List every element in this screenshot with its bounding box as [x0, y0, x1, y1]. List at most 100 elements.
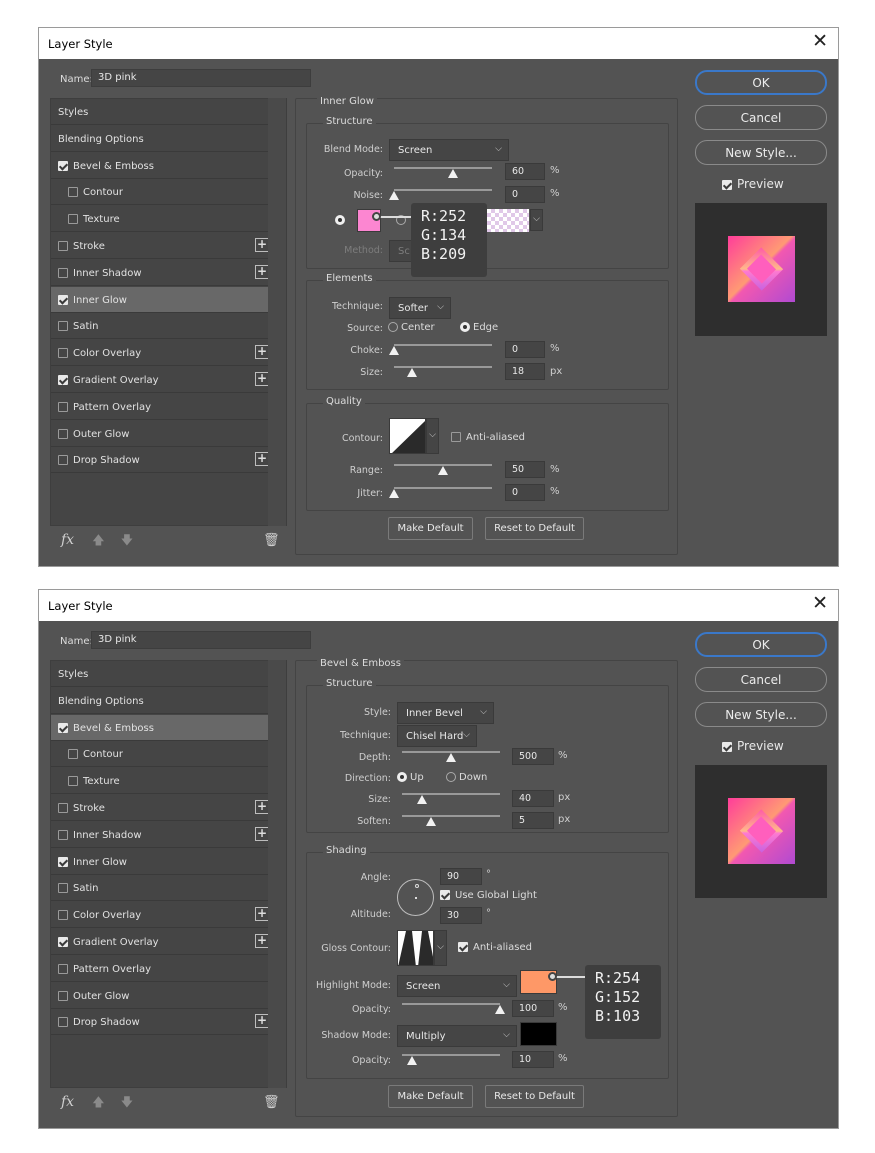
- style-item[interactable]: Texture: [51, 768, 269, 795]
- style-checkbox[interactable]: [58, 883, 68, 894]
- style-checkbox[interactable]: [58, 1017, 68, 1028]
- opacity-input[interactable]: 60: [505, 163, 545, 180]
- source-center-option[interactable]: Center: [388, 322, 435, 333]
- noise-slider[interactable]: [394, 189, 492, 191]
- depth-input[interactable]: 500: [512, 748, 554, 765]
- trash-icon[interactable]: 🗑: [263, 1095, 280, 1110]
- gloss-contour-chevron-icon[interactable]: ⌵: [434, 930, 447, 966]
- size-slider-thumb[interactable]: [406, 368, 417, 377]
- style-item[interactable]: Outer Glow: [51, 983, 269, 1009]
- choke-input[interactable]: 0: [505, 341, 545, 358]
- add-style-icon[interactable]: +: [255, 452, 269, 467]
- style-item[interactable]: Inner Shadow +: [51, 822, 269, 848]
- trash-icon[interactable]: 🗑: [263, 533, 280, 548]
- direction-down-option[interactable]: Down: [446, 772, 487, 783]
- add-style-icon[interactable]: +: [255, 238, 269, 252]
- style-checkbox[interactable]: [58, 937, 68, 947]
- add-style-icon[interactable]: +: [255, 907, 269, 922]
- style-checkbox[interactable]: [58, 963, 68, 974]
- size-input[interactable]: 40: [512, 790, 554, 807]
- style-item[interactable]: Drop Shadow +: [51, 1009, 269, 1036]
- style-item[interactable]: Bevel & Emboss: [51, 153, 269, 179]
- style-checkbox[interactable]: [58, 829, 68, 840]
- ok-button[interactable]: OK: [695, 632, 827, 657]
- style-item[interactable]: Pattern Overlay: [51, 394, 269, 420]
- add-style-icon[interactable]: +: [255, 1014, 269, 1029]
- name-input[interactable]: 3D pink: [91, 69, 311, 87]
- style-item[interactable]: Pattern Overlay: [51, 956, 269, 982]
- style-item[interactable]: Gradient Overlay +: [51, 929, 269, 955]
- style-checkbox[interactable]: [58, 428, 68, 439]
- fx-icon[interactable]: fx: [61, 532, 74, 548]
- gradient-chevron-icon[interactable]: ⌵: [530, 209, 543, 231]
- style-item[interactable]: Outer Glow: [51, 421, 269, 447]
- style-checkbox[interactable]: [58, 401, 68, 412]
- style-checkbox[interactable]: [68, 214, 78, 225]
- add-style-icon[interactable]: +: [255, 264, 269, 279]
- style-checkbox[interactable]: [58, 990, 68, 1001]
- jitter-slider[interactable]: [394, 487, 492, 489]
- style-item[interactable]: Inner Shadow +: [51, 260, 269, 286]
- style-item[interactable]: Satin: [51, 875, 269, 902]
- add-style-icon[interactable]: +: [255, 800, 269, 814]
- choke-slider-thumb[interactable]: [389, 346, 399, 355]
- range-slider-thumb[interactable]: [438, 466, 448, 475]
- style-checkbox[interactable]: [58, 294, 68, 305]
- move-down-icon[interactable]: 🡇: [121, 1095, 133, 1109]
- opacity-slider[interactable]: [394, 167, 492, 169]
- gloss-contour-preview[interactable]: [397, 930, 434, 966]
- highlight-opacity-input[interactable]: 100: [512, 1000, 554, 1017]
- noise-input[interactable]: 0: [505, 186, 545, 203]
- ok-button[interactable]: OK: [695, 70, 827, 95]
- style-item[interactable]: Inner Glow: [51, 286, 269, 313]
- technique-select[interactable]: Chisel Hard ⌵: [397, 725, 477, 747]
- add-style-icon[interactable]: +: [255, 826, 269, 841]
- soften-input[interactable]: 5: [512, 812, 554, 829]
- style-item[interactable]: Gradient Overlay +: [51, 367, 269, 393]
- style-checkbox[interactable]: [68, 749, 78, 760]
- styles-scrollbar[interactable]: [268, 98, 286, 526]
- style-checkbox[interactable]: [58, 455, 68, 466]
- style-checkbox[interactable]: [58, 722, 68, 733]
- style-checkbox[interactable]: [58, 267, 68, 278]
- close-icon[interactable]: ✕: [812, 594, 828, 613]
- preview-checkbox[interactable]: Preview: [722, 177, 784, 191]
- anti-aliased-checkbox[interactable]: Anti-aliased: [458, 942, 532, 953]
- depth-slider-thumb[interactable]: [446, 753, 456, 762]
- style-checkbox[interactable]: [58, 856, 68, 867]
- new-style-button[interactable]: New Style...: [695, 140, 827, 165]
- blend-mode-select[interactable]: Screen ⌵: [389, 139, 509, 161]
- style-item[interactable]: Stroke +: [51, 233, 269, 259]
- style-item[interactable]: Stroke +: [51, 795, 269, 821]
- add-style-icon[interactable]: +: [255, 372, 269, 386]
- choke-slider[interactable]: [394, 344, 492, 346]
- move-down-icon[interactable]: 🡇: [121, 533, 133, 547]
- highlight-opacity-slider[interactable]: [402, 1003, 500, 1005]
- size-input[interactable]: 18: [505, 363, 545, 380]
- shadow-mode-select[interactable]: Multiply ⌵: [397, 1025, 517, 1047]
- make-default-button[interactable]: Make Default: [388, 517, 473, 540]
- move-up-icon[interactable]: 🡅: [92, 1095, 104, 1109]
- styles-scrollbar[interactable]: [268, 660, 286, 1088]
- angle-input[interactable]: 90: [440, 868, 482, 885]
- style-item[interactable]: Blending Options: [51, 126, 269, 152]
- highlight-opacity-slider-thumb[interactable]: [495, 1005, 505, 1014]
- style-checkbox[interactable]: [68, 776, 78, 787]
- soften-slider-thumb[interactable]: [426, 817, 437, 826]
- add-style-icon[interactable]: +: [255, 934, 269, 948]
- close-icon[interactable]: ✕: [812, 32, 828, 51]
- style-checkbox[interactable]: [58, 803, 68, 813]
- style-item[interactable]: Inner Glow: [51, 849, 269, 875]
- color-radio[interactable]: [335, 215, 348, 226]
- contour-preview[interactable]: [389, 418, 426, 454]
- style-item[interactable]: Contour: [51, 741, 269, 768]
- style-checkbox[interactable]: [58, 910, 68, 921]
- use-global-light-checkbox[interactable]: Use Global Light: [440, 890, 537, 901]
- fx-icon[interactable]: fx: [61, 1094, 74, 1110]
- shadow-opacity-input[interactable]: 10: [512, 1051, 554, 1068]
- style-item[interactable]: Drop Shadow +: [51, 447, 269, 474]
- style-checkbox[interactable]: [58, 348, 68, 359]
- preview-checkbox[interactable]: Preview: [722, 739, 784, 753]
- style-item[interactable]: Color Overlay +: [51, 902, 269, 929]
- style-item[interactable]: Styles: [51, 661, 269, 687]
